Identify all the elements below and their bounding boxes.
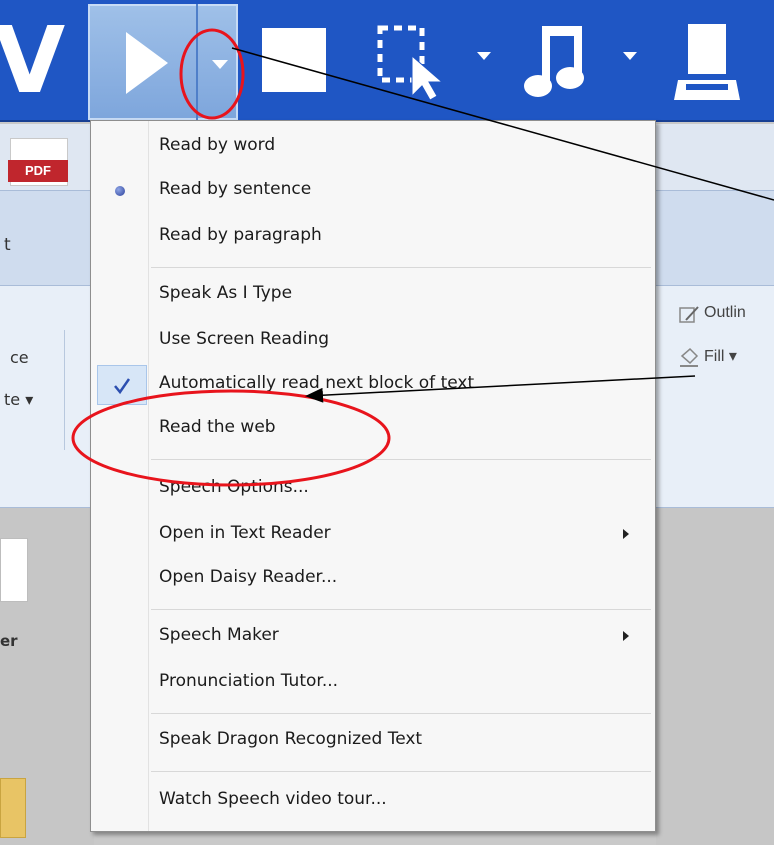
ribbon-tab-fragment: t (4, 235, 11, 255)
menu-item-label: Speech Options... (159, 477, 309, 497)
background-ribbon-tabs (656, 190, 774, 286)
menu-separator (151, 713, 651, 714)
speech-dropdown-menu: Read by word Read by sentence Read by pa… (90, 120, 656, 832)
menu-item-label: Open Daisy Reader... (159, 567, 338, 587)
background-app-right: Outlin Fill ▾ (656, 124, 774, 845)
folder-icon (0, 778, 26, 838)
dropdown-arrow-icon (623, 52, 637, 60)
app-toolbar: V (0, 0, 774, 122)
menu-separator (151, 267, 651, 268)
menu-item-auto-read-next-block[interactable]: Automatically read next block of text (93, 363, 653, 407)
menu-item-label: Read the web (159, 417, 276, 437)
dropdown-arrow-icon[interactable] (198, 6, 242, 118)
background-app-left: PDF t ce te ▾ er (0, 124, 94, 845)
ribbon-label-fragment: te ▾ (4, 390, 34, 409)
menu-item-pronunciation-tutor[interactable]: Pronunciation Tutor... (93, 661, 653, 705)
menu-separator (151, 609, 651, 610)
menu-item-label: Watch Speech video tour... (159, 789, 387, 809)
desktop-icon-label: er (0, 632, 18, 650)
menu-item-watch-video-tour[interactable]: Watch Speech video tour... (93, 779, 653, 823)
menu-item-speak-as-i-type[interactable]: Speak As I Type (93, 273, 653, 317)
menu-item-open-daisy-reader[interactable]: Open Daisy Reader... (93, 557, 653, 601)
split-divider (196, 4, 198, 120)
menu-item-label: Open in Text Reader (159, 523, 331, 543)
fill-bucket-icon (680, 347, 699, 367)
background-tab-strip (656, 124, 774, 190)
menu-item-read-by-paragraph[interactable]: Read by paragraph (93, 215, 653, 259)
background-tab-strip: PDF (0, 124, 94, 190)
menu-item-speak-dragon-text[interactable]: Speak Dragon Recognized Text (93, 719, 653, 763)
menu-item-label: Read by word (159, 135, 276, 155)
app-logo: V (0, 7, 80, 114)
play-icon (126, 32, 168, 94)
pdf-badge: PDF (8, 160, 68, 182)
scanner-button[interactable] (672, 20, 742, 105)
menu-item-read-by-word[interactable]: Read by word (93, 125, 653, 169)
checkmark-icon (97, 365, 147, 405)
menu-item-label: Pronunciation Tutor... (159, 671, 339, 691)
stop-icon (262, 28, 326, 92)
menu-item-label: Use Screen Reading (159, 329, 330, 349)
radio-selected-icon (115, 186, 125, 196)
play-button[interactable] (88, 4, 238, 120)
screen-select-button[interactable] (372, 20, 452, 101)
menu-separator (151, 771, 651, 772)
desktop-area: er (0, 508, 94, 845)
submenu-arrow-icon (623, 529, 629, 539)
audio-dropdown-button[interactable] (620, 46, 640, 66)
menu-item-read-the-web[interactable]: Read the web (93, 407, 653, 451)
desktop-area (656, 508, 774, 845)
document-file-icon (0, 538, 28, 602)
background-ribbon: ce te ▾ (0, 286, 94, 508)
dropdown-arrow-icon (477, 52, 491, 60)
screen-select-icon (377, 25, 444, 101)
ribbon-label-fragment: ce (10, 348, 29, 367)
submenu-arrow-icon (623, 631, 629, 641)
menu-item-label: Read by sentence (159, 179, 312, 199)
stop-button[interactable] (262, 28, 326, 92)
menu-item-open-in-text-reader[interactable]: Open in Text Reader (93, 513, 653, 557)
menu-item-speech-options[interactable]: Speech Options... (93, 467, 653, 511)
music-note-icon (524, 26, 584, 97)
menu-item-label: Automatically read next block of text (159, 373, 475, 393)
menu-item-use-screen-reading[interactable]: Use Screen Reading (93, 319, 653, 363)
menu-item-read-by-sentence[interactable]: Read by sentence (93, 169, 653, 213)
ribbon-fill-label: Fill ▾ (704, 348, 737, 365)
menu-item-label: Speech Maker (159, 625, 279, 645)
audio-button[interactable] (520, 20, 590, 100)
ribbon-outline-label: Outlin (704, 304, 746, 321)
pencil-icon (679, 306, 699, 323)
menu-item-label: Read by paragraph (159, 225, 322, 245)
menu-item-label: Speak Dragon Recognized Text (159, 729, 423, 749)
scanner-icon (674, 24, 740, 100)
menu-item-speech-maker[interactable]: Speech Maker (93, 615, 653, 659)
select-dropdown-button[interactable] (474, 46, 494, 66)
ribbon-divider (64, 330, 65, 450)
background-ribbon: Outlin Fill ▾ (656, 286, 774, 508)
background-ribbon-tabs: t (0, 190, 94, 286)
menu-separator (151, 459, 651, 460)
logo-letter: V (0, 10, 65, 110)
menu-item-label: Speak As I Type (159, 283, 293, 303)
